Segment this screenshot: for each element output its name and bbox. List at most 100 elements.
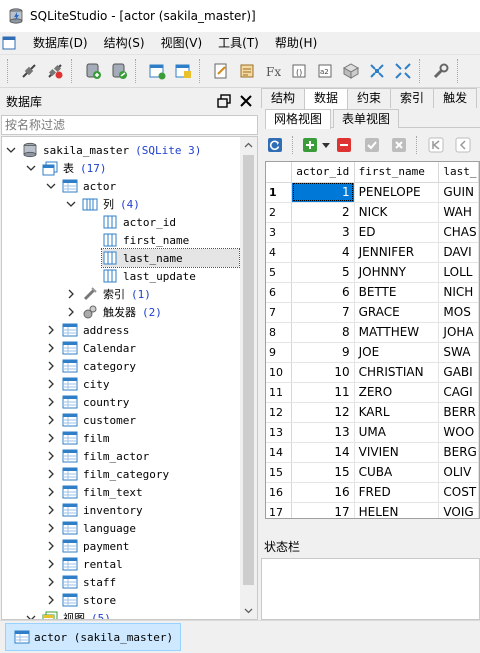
- row-number[interactable]: 3: [266, 222, 293, 243]
- tree-table-item[interactable]: rental: [46, 555, 123, 573]
- cell-actor-id[interactable]: 11: [291, 382, 355, 403]
- cell-first-name[interactable]: JOE: [354, 342, 440, 363]
- expand-arrow-icon[interactable]: [46, 523, 56, 533]
- tab-constraints[interactable]: 约束: [347, 88, 392, 108]
- collapse-arrow-icon[interactable]: [46, 181, 56, 191]
- cell-first-name[interactable]: BETTE: [354, 282, 440, 303]
- row-number[interactable]: 9: [266, 342, 293, 363]
- row-number[interactable]: 17: [266, 502, 293, 518]
- tab-data[interactable]: 数据: [304, 88, 349, 109]
- table-row[interactable]: 15 15 CUBA OLIV: [266, 462, 479, 483]
- commit-button[interactable]: [362, 134, 382, 156]
- expand-arrow-icon[interactable]: [46, 433, 56, 443]
- tree-table-item[interactable]: film_category: [46, 465, 169, 483]
- collapse-arrow-icon[interactable]: [26, 163, 36, 173]
- tab-triggers[interactable]: 触发: [433, 88, 478, 108]
- scroll-down-icon[interactable]: [240, 602, 257, 619]
- close-panel-button[interactable]: [237, 92, 255, 110]
- expand-arrow-icon[interactable]: [46, 469, 56, 479]
- cell-actor-id[interactable]: 14: [291, 442, 355, 463]
- insert-row-button[interactable]: [300, 134, 320, 156]
- previous-page-button[interactable]: [453, 134, 473, 156]
- refresh-button[interactable]: [265, 134, 285, 156]
- cell-actor-id[interactable]: 16: [291, 482, 355, 503]
- row-number[interactable]: 12: [266, 402, 293, 423]
- delete-row-button[interactable]: [334, 134, 354, 156]
- column-header[interactable]: last_: [438, 162, 479, 183]
- expand-arrow-icon[interactable]: [46, 325, 56, 335]
- connect-button[interactable]: [16, 58, 42, 84]
- cell-actor-id[interactable]: 15: [291, 462, 355, 483]
- expand-arrow-icon[interactable]: [46, 415, 56, 425]
- edit-table-button[interactable]: [170, 58, 196, 84]
- tree-table-item[interactable]: Calendar: [46, 339, 136, 357]
- cell-last-name[interactable]: SWA: [438, 342, 479, 363]
- cell-first-name[interactable]: CHRISTIAN: [354, 362, 440, 383]
- cell-last-name[interactable]: GUIN: [438, 182, 479, 203]
- tree-column-selected[interactable]: last_name: [101, 248, 240, 268]
- table-row[interactable]: 6 6 BETTE NICH: [266, 282, 479, 303]
- expand-arrow-icon[interactable]: [46, 487, 56, 497]
- collapse-arrow-icon[interactable]: [6, 145, 16, 155]
- column-header[interactable]: actor_id: [291, 162, 355, 183]
- cell-first-name[interactable]: CUBA: [354, 462, 440, 483]
- table-row[interactable]: 9 9 JOE SWA: [266, 342, 479, 363]
- expand-arrow-icon[interactable]: [46, 397, 56, 407]
- cell-first-name[interactable]: KARL: [354, 402, 440, 423]
- cell-first-name[interactable]: GRACE: [354, 302, 440, 323]
- rollback-button[interactable]: [389, 134, 409, 156]
- first-page-button[interactable]: [426, 134, 446, 156]
- tree-tables-group[interactable]: 表 (17): [26, 159, 107, 177]
- tree-table-actor[interactable]: actor: [46, 177, 116, 195]
- import-button[interactable]: [338, 58, 364, 84]
- ddl-history-button[interactable]: [234, 58, 260, 84]
- row-number[interactable]: 1: [266, 182, 293, 203]
- cell-actor-id[interactable]: 1: [291, 182, 355, 203]
- table-row[interactable]: 10 10 CHRISTIAN GABI: [266, 362, 479, 383]
- expand-arrow-icon[interactable]: [46, 505, 56, 515]
- row-number[interactable]: 6: [266, 282, 293, 303]
- row-number[interactable]: 13: [266, 422, 293, 443]
- cell-last-name[interactable]: WAH: [438, 202, 479, 223]
- insert-row-menu-button[interactable]: [321, 134, 330, 156]
- cell-first-name[interactable]: JENNIFER: [354, 242, 440, 263]
- cell-last-name[interactable]: BERR: [438, 402, 479, 423]
- table-row[interactable]: 5 5 JOHNNY LOLL: [266, 262, 479, 283]
- data-grid[interactable]: actor_id first_name last_ 1 1 PENELOPE GUIN…: [265, 161, 480, 519]
- row-number[interactable]: 14: [266, 442, 293, 463]
- expand-arrow-icon[interactable]: [46, 577, 56, 587]
- cell-last-name[interactable]: MOS: [438, 302, 479, 323]
- cell-actor-id[interactable]: 7: [291, 302, 355, 323]
- cell-first-name[interactable]: HELEN: [354, 502, 440, 518]
- cell-last-name[interactable]: JOHA: [438, 322, 479, 343]
- expand-arrow-icon[interactable]: [46, 379, 56, 389]
- tree-table-item[interactable]: film_actor: [46, 447, 149, 465]
- collations-button[interactable]: (): [286, 58, 312, 84]
- cell-last-name[interactable]: COST: [438, 482, 479, 503]
- cell-last-name[interactable]: OLIV: [438, 462, 479, 483]
- expand-arrow-icon[interactable]: [46, 361, 56, 371]
- cell-last-name[interactable]: DAVI: [438, 242, 479, 263]
- tree-table-item[interactable]: customer: [46, 411, 136, 429]
- menu-database[interactable]: 数据库(D): [25, 32, 96, 54]
- cell-actor-id[interactable]: 12: [291, 402, 355, 423]
- tree-table-item[interactable]: store: [46, 591, 116, 609]
- tree-table-item[interactable]: category: [46, 357, 136, 375]
- menu-structure[interactable]: 结构(S): [96, 32, 153, 54]
- cell-actor-id[interactable]: 13: [291, 422, 355, 443]
- tab-indexes[interactable]: 索引: [390, 88, 435, 108]
- cell-first-name[interactable]: UMA: [354, 422, 440, 443]
- tree-table-item[interactable]: address: [46, 321, 129, 339]
- float-panel-button[interactable]: [215, 92, 233, 110]
- cell-actor-id[interactable]: 10: [291, 362, 355, 383]
- functions-button[interactable]: Fx: [260, 58, 286, 84]
- table-row[interactable]: 4 4 JENNIFER DAVI: [266, 242, 479, 263]
- tab-structure[interactable]: 结构: [261, 88, 306, 108]
- cell-last-name[interactable]: GABI: [438, 362, 479, 383]
- table-row[interactable]: 17 17 HELEN VOIG: [266, 502, 479, 518]
- expand-arrow-icon[interactable]: [46, 541, 56, 551]
- tree-database-node[interactable]: sakila_master (SQLite 3): [6, 141, 201, 159]
- tree-views-group[interactable]: 视图 (5): [26, 609, 111, 619]
- tree-table-item[interactable]: country: [46, 393, 129, 411]
- cell-last-name[interactable]: WOO: [438, 422, 479, 443]
